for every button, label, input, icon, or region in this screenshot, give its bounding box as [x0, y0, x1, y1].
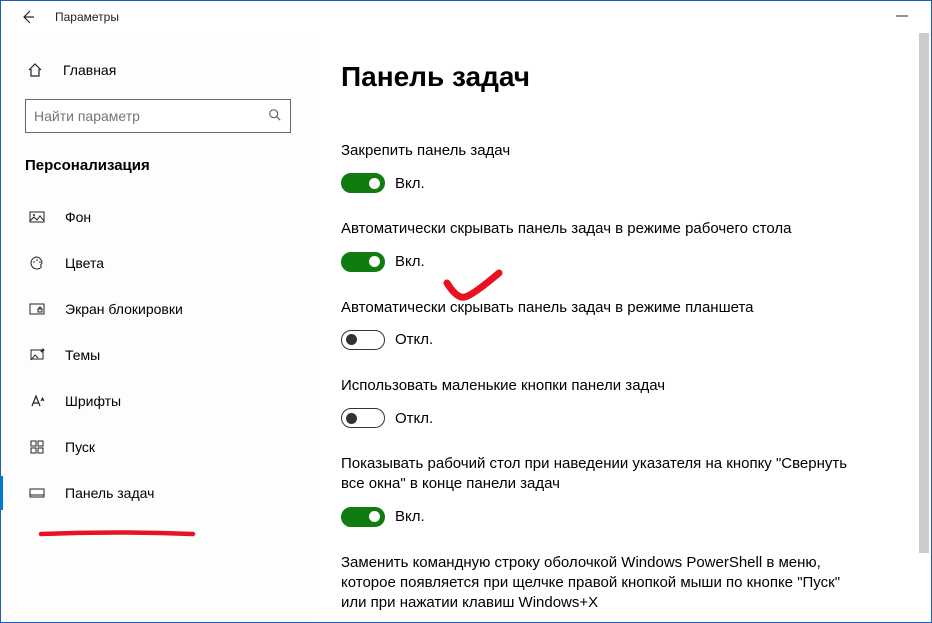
scrollbar-thumb[interactable]	[919, 33, 929, 553]
toggle-autohide-tablet[interactable]	[341, 330, 385, 350]
fonts-icon	[27, 393, 47, 409]
toggle-lock-taskbar[interactable]	[341, 173, 385, 193]
setting-label: Автоматически скрывать панель задач в ре…	[341, 298, 861, 318]
setting-autohide-desktop: Автоматически скрывать панель задач в ре…	[341, 219, 903, 271]
toggle-peek-desktop[interactable]	[341, 507, 385, 527]
sidebar-item-colors[interactable]: Цвета	[25, 240, 293, 286]
setting-peek-desktop: Показывать рабочий стол при наведении ук…	[341, 454, 903, 527]
setting-label: Использовать маленькие кнопки панели зад…	[341, 376, 861, 396]
sidebar-item-taskbar[interactable]: Панель задач	[25, 470, 293, 516]
sidebar-item-fonts[interactable]: Шрифты	[25, 378, 293, 424]
sidebar-item-themes[interactable]: Темы	[25, 332, 293, 378]
toggle-state: Откл.	[395, 331, 433, 348]
setting-powershell: Заменить командную строку оболочкой Wind…	[341, 553, 903, 614]
taskbar-icon	[27, 485, 47, 501]
start-icon	[27, 439, 47, 455]
sidebar-item-label: Шрифты	[65, 393, 121, 409]
lockscreen-icon	[27, 301, 47, 317]
setting-lock-taskbar: Закрепить панель задач Вкл.	[341, 141, 903, 193]
vertical-scrollbar[interactable]	[918, 33, 930, 621]
sidebar-item-label: Панель задач	[65, 485, 154, 501]
home-icon	[25, 62, 45, 78]
sidebar-item-background[interactable]: Фон	[25, 194, 293, 240]
sidebar-item-label: Фон	[65, 209, 91, 225]
window-title: Параметры	[55, 10, 119, 24]
minimize-button[interactable]	[883, 7, 921, 28]
sidebar-item-label: Цвета	[65, 255, 104, 271]
search-icon	[268, 108, 282, 125]
toggle-state: Вкл.	[395, 175, 425, 192]
sidebar: Главная Персонализация Фон Цвета Экр	[1, 33, 313, 622]
setting-label: Автоматически скрывать панель задач в ре…	[341, 219, 861, 239]
toggle-state: Вкл.	[395, 508, 425, 525]
sidebar-item-label: Темы	[65, 347, 100, 363]
sidebar-item-label: Экран блокировки	[65, 301, 183, 317]
toggle-state: Вкл.	[395, 253, 425, 270]
toggle-small-buttons[interactable]	[341, 408, 385, 428]
picture-icon	[27, 209, 47, 225]
category-title: Персонализация	[25, 157, 293, 174]
back-button[interactable]	[19, 8, 37, 26]
content-area: Панель задач Закрепить панель задач Вкл.…	[313, 33, 931, 622]
setting-label: Заменить командную строку оболочкой Wind…	[341, 553, 861, 614]
setting-small-buttons: Использовать маленькие кнопки панели зад…	[341, 376, 903, 428]
sidebar-item-label: Пуск	[65, 439, 95, 455]
toggle-state: Откл.	[395, 410, 433, 427]
sidebar-item-start[interactable]: Пуск	[25, 424, 293, 470]
setting-autohide-tablet: Автоматически скрывать панель задач в ре…	[341, 298, 903, 350]
home-link[interactable]: Главная	[25, 57, 293, 83]
palette-icon	[27, 255, 47, 271]
setting-label: Закрепить панель задач	[341, 141, 861, 161]
search-input[interactable]	[34, 108, 268, 124]
setting-label: Показывать рабочий стол при наведении ук…	[341, 454, 861, 495]
home-label: Главная	[63, 62, 116, 78]
toggle-autohide-desktop[interactable]	[341, 252, 385, 272]
sidebar-item-lockscreen[interactable]: Экран блокировки	[25, 286, 293, 332]
themes-icon	[27, 347, 47, 363]
search-box[interactable]	[25, 99, 291, 133]
page-heading: Панель задач	[341, 61, 903, 93]
